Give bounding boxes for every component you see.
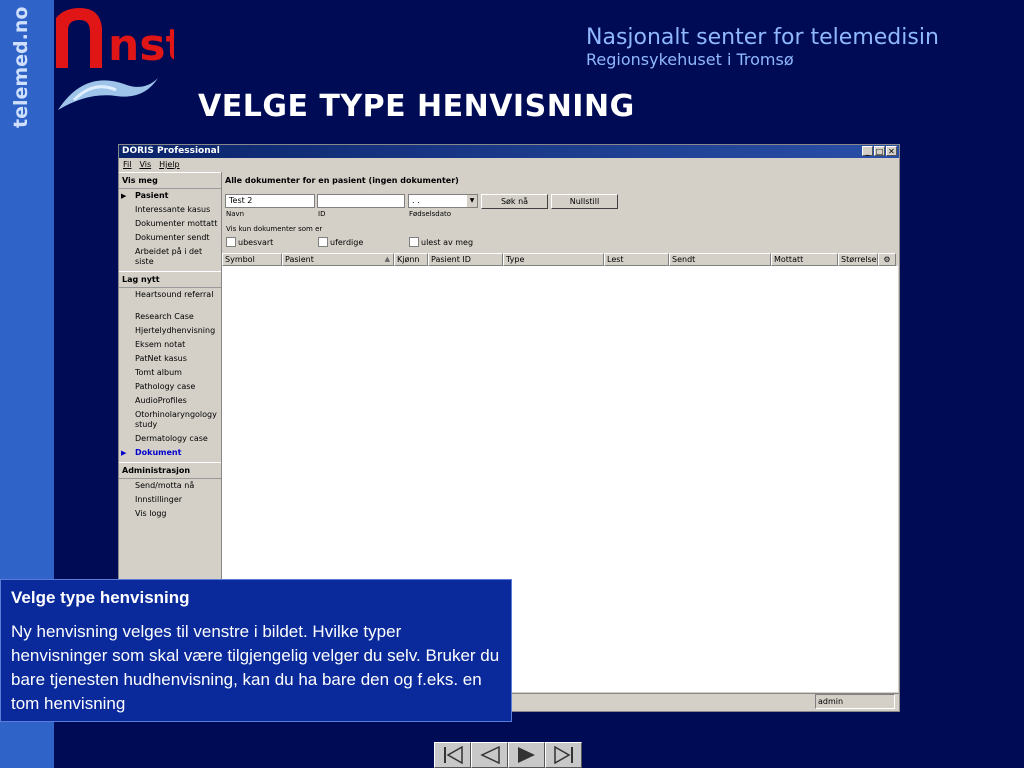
col-sendt[interactable]: Sendt	[669, 253, 771, 266]
selected-arrow-icon: ▶	[121, 192, 127, 200]
previous-slide-button[interactable]	[471, 742, 508, 768]
nav-item[interactable]: Research Case	[119, 310, 221, 324]
menu-hjelp[interactable]: Hjelp	[159, 158, 179, 172]
main-header: Alle dokumenter for en pasient (ingen do…	[225, 176, 459, 185]
dropdown-arrow-icon[interactable]: ▼	[467, 195, 477, 207]
nav-item[interactable]: AudioProfiles	[119, 394, 221, 408]
window-title: DORIS Professional	[122, 146, 220, 156]
menu-vis[interactable]: Vis	[139, 158, 151, 172]
nav-item[interactable]: Innstillinger	[119, 493, 221, 507]
site-vertical-text: telemed.no	[10, 6, 32, 128]
nav-item[interactable]: Heartsound referral	[119, 288, 221, 302]
status-user: admin	[815, 694, 895, 709]
col-symbol[interactable]: Symbol	[222, 253, 282, 266]
selected-arrow-icon: ▶	[121, 449, 127, 457]
col-kjonn[interactable]: Kjønn	[394, 253, 428, 266]
nav-item[interactable]: Hjertelydhenvisning	[119, 324, 221, 338]
filter-label: Vis kun dokumenter som er	[226, 225, 323, 233]
nav-item[interactable]: PatNet kasus	[119, 352, 221, 366]
nav-item[interactable]: Arbeidet på i det siste	[119, 245, 221, 269]
dob-label: Fødselsdato	[409, 210, 452, 218]
section-administrasjon: Administrasjon	[119, 462, 221, 479]
menu-fil[interactable]: Fil	[123, 158, 131, 172]
col-type[interactable]: Type	[503, 253, 604, 266]
next-icon	[517, 747, 535, 763]
last-slide-button[interactable]	[545, 742, 582, 768]
col-lest[interactable]: Lest	[604, 253, 669, 266]
checkbox[interactable]	[226, 237, 236, 247]
sort-arrow-icon: ▲	[384, 255, 390, 263]
first-icon	[443, 746, 463, 764]
minimize-icon[interactable]: _	[862, 146, 873, 156]
org-name: Nasjonalt senter for telemedisin	[586, 25, 939, 50]
callout-heading: Velge type henvisning	[11, 588, 190, 607]
next-slide-button[interactable]	[508, 742, 545, 768]
first-slide-button[interactable]	[434, 742, 471, 768]
nst-logo: nst	[54, 0, 187, 120]
nav-item[interactable]: Interessante kasus	[119, 203, 221, 217]
column-chooser-icon[interactable]: ⚙	[878, 253, 896, 266]
section-vis-meg: Vis meg	[119, 172, 221, 189]
slide-nav	[434, 742, 582, 768]
reset-button[interactable]: Nullstill	[551, 194, 618, 209]
nav-item[interactable]: Pathology case	[119, 380, 221, 394]
dob-input[interactable]: . . ▼	[408, 194, 478, 208]
nav-item[interactable]: Otorhinolaryngology study	[119, 408, 221, 432]
checkbox[interactable]	[409, 237, 419, 247]
nav-item[interactable]: Send/motta nå	[119, 479, 221, 493]
window-titlebar: DORIS Professional _ □ ✕	[119, 145, 899, 158]
nav-item[interactable]: Eksem notat	[119, 338, 221, 352]
maximize-icon[interactable]: □	[874, 146, 885, 156]
close-icon[interactable]: ✕	[886, 146, 897, 156]
callout-body: Ny henvisning velges til venstre i bilde…	[11, 622, 500, 713]
nav-item[interactable]: Tomt album	[119, 366, 221, 380]
col-pasient[interactable]: Pasient ▲	[282, 253, 394, 266]
filter-ubesvart[interactable]: ubesvart	[226, 237, 273, 247]
nav-item[interactable]: Dokumenter sendt	[119, 231, 221, 245]
slide-title: VELGE TYPE HENVISNING	[198, 89, 635, 124]
nav-item[interactable]: Vis logg	[119, 507, 221, 521]
last-icon	[553, 746, 573, 764]
checkbox[interactable]	[318, 237, 328, 247]
previous-icon	[479, 746, 500, 764]
filter-ulest[interactable]: ulest av meg	[409, 237, 473, 247]
name-input[interactable]: Test 2	[225, 194, 315, 208]
search-button[interactable]: Søk nå	[481, 194, 548, 209]
nav-item-dokument[interactable]: ▶ Dokument	[119, 446, 221, 460]
info-callout: Velge type henvisning Ny henvisning velg…	[0, 579, 512, 722]
id-input[interactable]	[317, 194, 405, 208]
logo-letters: nst	[108, 20, 174, 71]
nav-item[interactable]: Dokumenter mottatt	[119, 217, 221, 231]
col-storrelse[interactable]: Størrelse	[838, 253, 878, 266]
menubar: Fil Vis Hjelp	[119, 158, 899, 172]
col-pasient-id[interactable]: Pasient ID	[428, 253, 503, 266]
org-subname: Regionsykehuset i Tromsø	[586, 50, 794, 69]
name-label: Navn	[226, 210, 245, 218]
section-lag-nytt: Lag nytt	[119, 271, 221, 288]
nav-item[interactable]: Dermatology case	[119, 432, 221, 446]
filter-uferdige[interactable]: uferdige	[318, 237, 363, 247]
id-label: ID	[318, 210, 326, 218]
nav-item[interactable]: ▶ Pasient	[119, 189, 221, 203]
col-mottatt[interactable]: Mottatt	[771, 253, 838, 266]
table-header: Symbol Pasient ▲ Kjønn Pasient ID Type Le…	[222, 253, 898, 266]
